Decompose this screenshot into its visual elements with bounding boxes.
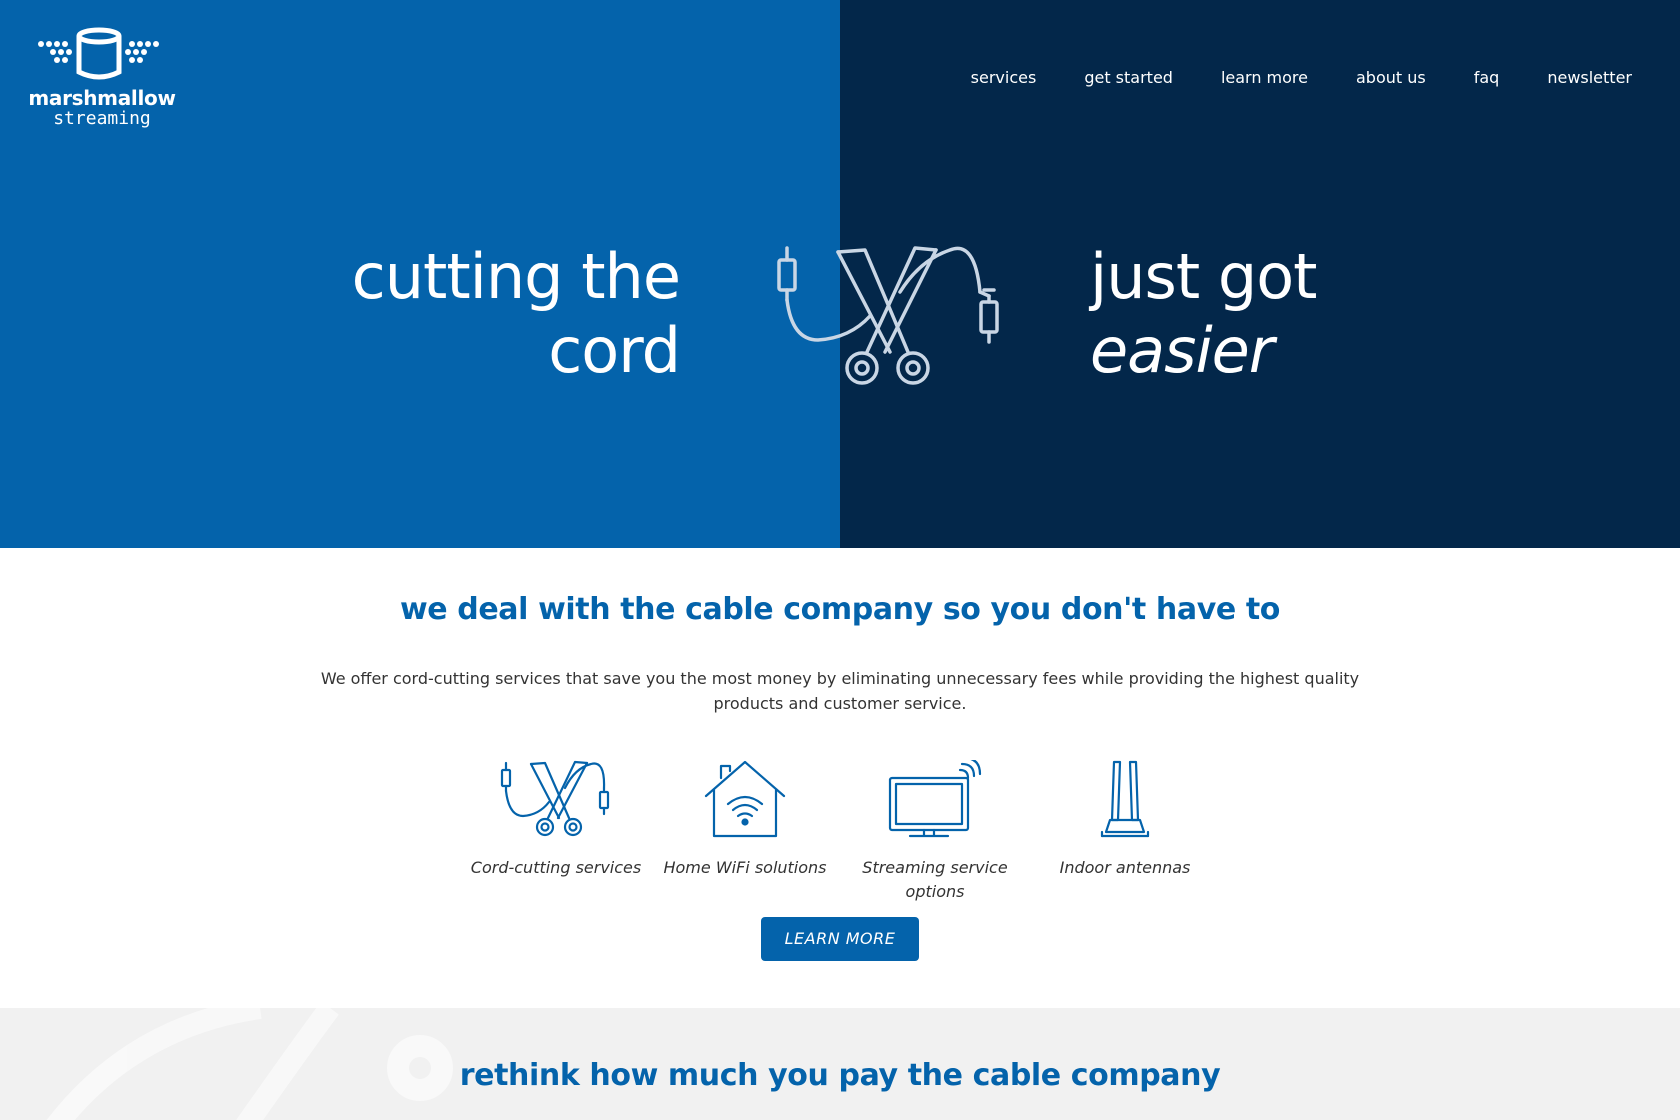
services-heading: we deal with the cable company so you do… <box>399 592 1281 627</box>
house-wifi-icon <box>704 760 786 838</box>
feature-label: Home WiFi solutions <box>663 858 827 877</box>
antenna-icon <box>1100 760 1150 838</box>
feature-streaming-options: Streaming service options <box>840 760 1030 904</box>
brand-logo[interactable]: marshmallow streaming <box>22 26 182 136</box>
rethink-section: rethink how much you pay the cable compa… <box>0 1008 1680 1120</box>
feature-label: Indoor antennas <box>1059 858 1191 877</box>
brand-tagline: streaming <box>53 108 151 129</box>
nav-get-started[interactable]: get started <box>1084 68 1173 87</box>
scissors-cable-icon <box>500 760 610 837</box>
rethink-heading: rethink how much you pay the cable compa… <box>459 1058 1221 1093</box>
nav-learn-more[interactable]: learn more <box>1221 68 1308 87</box>
feature-cord-cutting: Cord-cutting services <box>461 760 651 880</box>
nav-services[interactable]: services <box>971 68 1037 87</box>
learn-more-button[interactable]: LEARN MORE <box>761 917 919 961</box>
services-description: We offer cord-cutting services that save… <box>320 669 1360 713</box>
hero-headline-right: just got easier <box>1090 240 1317 388</box>
hero-headline-left: cutting the cord <box>351 240 681 388</box>
brand-name: marshmallow <box>28 86 176 110</box>
hero-line-cord: cord <box>548 314 681 387</box>
hero-line-easier: easier <box>1090 314 1274 387</box>
nav-about-us[interactable]: about us <box>1356 68 1426 87</box>
nav-faq[interactable]: faq <box>1474 68 1500 87</box>
services-section: we deal with the cable company so you do… <box>0 548 1680 1008</box>
marshmallow-icon <box>38 27 159 80</box>
feature-label: Streaming service options <box>862 858 1008 901</box>
scissors-cable-icon <box>777 246 999 385</box>
feature-indoor-antennas: Indoor antennas <box>1030 760 1220 880</box>
hero-line-just-got: just got <box>1090 240 1317 313</box>
tv-signal-icon <box>888 760 982 838</box>
main-nav: services get started learn more about us… <box>971 68 1632 87</box>
hero-line-cutting: cutting the <box>351 240 681 313</box>
hero-banner: marshmallow streaming services get start… <box>0 0 1680 548</box>
nav-newsletter[interactable]: newsletter <box>1547 68 1632 87</box>
feature-home-wifi: Home WiFi solutions <box>650 760 840 880</box>
feature-label: Cord-cutting services <box>470 858 642 877</box>
